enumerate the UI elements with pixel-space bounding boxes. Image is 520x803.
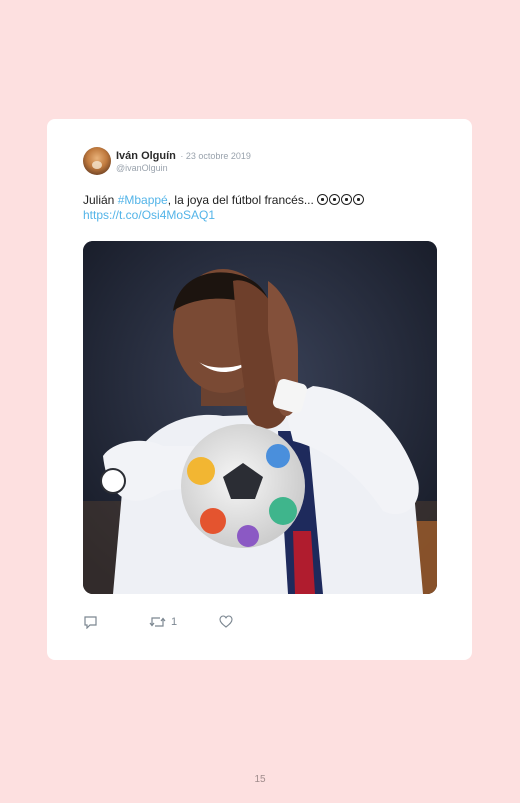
- reply-button[interactable]: [83, 615, 98, 629]
- tweet-card: Iván Olguín · 23 octobre 2019 @ivanOlgui…: [47, 119, 472, 660]
- heart-icon: [219, 615, 233, 628]
- tweet-link[interactable]: https://t.co/Osi4MoSAQ1: [83, 208, 215, 222]
- retweet-button[interactable]: 1: [149, 615, 177, 629]
- soccer-ball-icon: [353, 194, 365, 205]
- retweet-count: 1: [171, 616, 178, 628]
- soccer-ball-icon: [317, 194, 329, 205]
- page-number: 15: [254, 774, 266, 785]
- tweet-text-suffix: , la joya del fútbol francés...: [167, 193, 314, 207]
- tweet-actions: 1: [83, 615, 383, 631]
- author-avatar[interactable]: [83, 147, 111, 175]
- reply-icon: [84, 616, 97, 629]
- tweet-date[interactable]: · 23 octobre 2019: [180, 151, 251, 161]
- tweet-text: Julián #Mbappé, la joya del fútbol franc…: [83, 193, 443, 223]
- tweet-text-prefix: Julián: [83, 193, 118, 207]
- like-button[interactable]: [219, 615, 233, 628]
- soccer-ball-icon: [329, 194, 341, 205]
- player-photo-illustration: [83, 241, 437, 594]
- tweet-header: Iván Olguín · 23 octobre 2019 @ivanOlgui…: [116, 149, 251, 174]
- retweet-icon: [149, 617, 166, 627]
- author-handle[interactable]: @ivanOlguin: [116, 162, 251, 174]
- soccer-ball-icon: [341, 194, 353, 205]
- author-name[interactable]: Iván Olguín: [116, 150, 176, 162]
- tweet-photo[interactable]: [83, 241, 437, 594]
- hashtag-link[interactable]: #Mbappé: [118, 193, 168, 207]
